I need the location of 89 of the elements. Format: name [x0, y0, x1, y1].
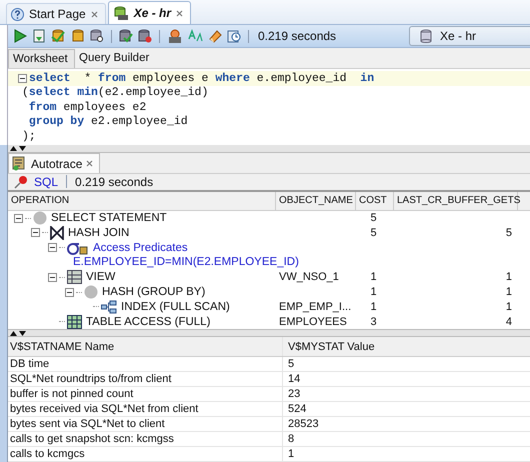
worksheet-tab[interactable]: Query Builder	[75, 49, 158, 68]
table-cell-text: 28523	[287, 417, 320, 431]
operation-name: VIEW	[86, 271, 116, 284]
database-search-icon[interactable]	[90, 29, 104, 43]
buffer-gets-value: 1	[506, 286, 512, 298]
operation-name: TABLE ACCESS (FULL)	[86, 316, 210, 328]
grid-icon	[67, 270, 82, 284]
connection-selector[interactable]: Xe - hr	[409, 26, 530, 46]
buffer-gets-value: 4	[506, 316, 512, 328]
table-cell: SQL*Net roundtrips to/from client	[8, 372, 283, 386]
editor-tab[interactable]: Start Page	[6, 3, 106, 24]
autotrace-tab[interactable]: Autotrace	[8, 153, 100, 173]
operation-name: HASH JOIN	[68, 226, 130, 239]
commit-icon[interactable]	[119, 29, 133, 43]
table-cell: bytes sent via SQL*Net to client	[8, 417, 283, 431]
table-cell-text: 14	[287, 372, 302, 386]
run-icon[interactable]	[13, 29, 27, 43]
tab-label: Xe - hr	[134, 6, 172, 20]
table-cell-text: 5	[287, 357, 296, 371]
filter-icon	[67, 240, 89, 255]
eraser-icon[interactable]	[208, 29, 222, 43]
object-name: VW_NSO_1	[279, 271, 339, 284]
collapse-icon[interactable]	[18, 74, 27, 83]
index-icon	[101, 300, 117, 314]
table-icon	[67, 314, 82, 329]
operation-name: Access Predicates	[93, 242, 188, 254]
tab-label: Start Page	[29, 7, 86, 21]
column-header[interactable]: OPERATION	[8, 192, 276, 210]
circle-icon	[84, 285, 98, 299]
cost-value: 5	[370, 226, 377, 239]
history-icon[interactable]	[227, 29, 241, 43]
table-cell: buffer is not pinned count	[8, 387, 283, 401]
database-icon[interactable]	[51, 29, 66, 43]
database-icon	[420, 29, 432, 43]
collapse-icon[interactable]	[48, 243, 57, 252]
script-icon[interactable]	[32, 29, 46, 43]
object-name: EMPLOYEES	[279, 316, 347, 328]
cost-value: 1	[370, 300, 377, 313]
table-cell: calls to kcmgcs	[8, 447, 283, 461]
buffer-gets-value: 5	[506, 226, 512, 239]
buffer-gets-value: 1	[506, 271, 512, 284]
join-icon	[50, 226, 64, 240]
close-icon[interactable]	[176, 10, 184, 16]
cost-value: 1	[370, 286, 377, 298]
buffer-gets-value: 1	[506, 300, 512, 313]
help-icon	[11, 8, 24, 20]
column-header[interactable]: OBJECT_NAME	[276, 192, 356, 210]
rollback-icon[interactable]	[138, 29, 152, 43]
column-header[interactable]: V$MYSTAT Value	[283, 337, 530, 356]
collapse-icon[interactable]	[65, 288, 74, 296]
collapse-icon[interactable]	[31, 228, 40, 238]
object-name: EMP_EMP_I...	[279, 300, 352, 313]
close-icon[interactable]	[90, 10, 98, 18]
code-line: group by e2.employee_id	[28, 115, 188, 128]
editor-tab[interactable]: Xe - hr	[108, 1, 192, 24]
code-line: select * from employees e where e.employee_id in	[29, 72, 374, 85]
cost-value: 3	[370, 316, 377, 328]
code-line: from employees e2	[28, 100, 146, 114]
splitter-arrows-icon[interactable]	[9, 145, 27, 152]
cost-value: 5	[370, 212, 377, 224]
table-cell-text: 524	[287, 402, 308, 416]
close-icon[interactable]	[86, 160, 94, 167]
table-cell-text: 8	[287, 432, 296, 446]
pin-icon[interactable]	[14, 174, 28, 189]
cost-value: 1	[370, 271, 377, 284]
table-cell: DB time	[8, 357, 283, 371]
circle-icon	[33, 211, 47, 226]
column-header[interactable]: V$STATNAME Name	[8, 337, 283, 356]
database-icon[interactable]	[71, 29, 85, 43]
collapse-icon[interactable]	[48, 272, 57, 282]
database-icon	[112, 6, 129, 20]
worksheet-tab[interactable]: Worksheet	[8, 49, 75, 68]
operation-name: E.EMPLOYEE_ID=MIN(E2.EMPLOYEE_ID)	[73, 256, 299, 268]
code-line: );	[22, 130, 36, 143]
table-cell-text: 23	[287, 387, 302, 401]
operation-name: SELECT STATEMENT	[51, 212, 167, 224]
table-cell: calls to get snapshot scn: kcmgss	[8, 432, 283, 446]
column-header[interactable]: LAST_CR_BUFFER_GETS	[394, 192, 518, 210]
column-header[interactable]: COST	[356, 192, 394, 210]
operation-name: HASH (GROUP BY)	[102, 286, 206, 298]
code-line: (select min(e2.employee_id)	[22, 86, 208, 100]
splitter-arrows-icon[interactable]	[9, 330, 27, 336]
elapsed-time: 0.219 seconds	[258, 29, 336, 43]
table-cell-text: 1	[287, 447, 296, 461]
operation-name: INDEX (FULL SCAN)	[121, 300, 230, 313]
elapsed-time: 0.219 seconds	[75, 174, 154, 189]
table-cell: bytes received via SQL*Net from client	[8, 402, 283, 416]
collapse-icon[interactable]	[14, 214, 23, 223]
sql-link[interactable]: SQL	[34, 174, 58, 189]
